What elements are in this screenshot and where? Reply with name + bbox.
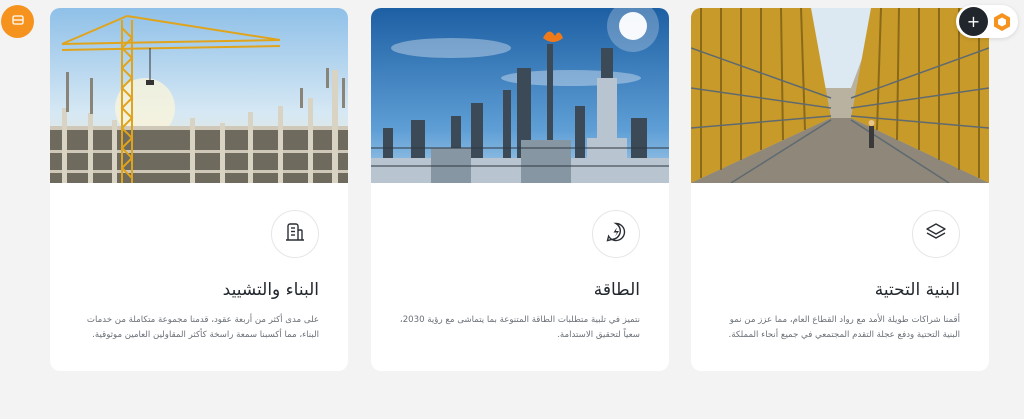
card-description: أقمنا شراكات طويلة الأمد مع رواد القطاع … — [728, 315, 960, 340]
service-icon-circle — [592, 210, 640, 258]
card-description: نتميز في تلبية متطلبات الطاقة المتنوعة ب… — [399, 315, 640, 340]
service-card-infrastructure[interactable]: البنية التحتية أقمنا شراكات طويلة الأمد … — [691, 8, 989, 371]
layers-icon — [925, 221, 947, 247]
floating-tray-button[interactable] — [1, 5, 34, 38]
card-title: الطاقة — [593, 280, 640, 300]
add-button[interactable]: + — [959, 7, 988, 36]
card-description: على مدى أكثر من أربعة عقود، قدمنا مجموعة… — [86, 315, 319, 340]
card-title: البنية التحتية — [874, 280, 960, 300]
stack-tray-icon — [11, 12, 25, 31]
infrastructure-scaffolding-photo — [691, 8, 989, 183]
service-icon-circle — [271, 210, 319, 258]
card-title: البناء والتشييد — [222, 280, 319, 300]
building-icon — [284, 221, 306, 247]
hexagon-badge-icon[interactable] — [992, 12, 1012, 32]
service-card-energy[interactable]: الطاقة نتميز في تلبية متطلبات الطاقة الم… — [371, 8, 669, 371]
service-icon-circle — [912, 210, 960, 258]
plus-icon: + — [966, 11, 981, 31]
energy-bolt-icon — [605, 221, 627, 247]
energy-refinery-photo — [371, 8, 669, 183]
construction-crane-photo — [50, 8, 348, 183]
service-card-construction[interactable]: البناء والتشييد على مدى أكثر من أربعة عق… — [50, 8, 348, 371]
floating-action-group: + — [956, 5, 1018, 38]
